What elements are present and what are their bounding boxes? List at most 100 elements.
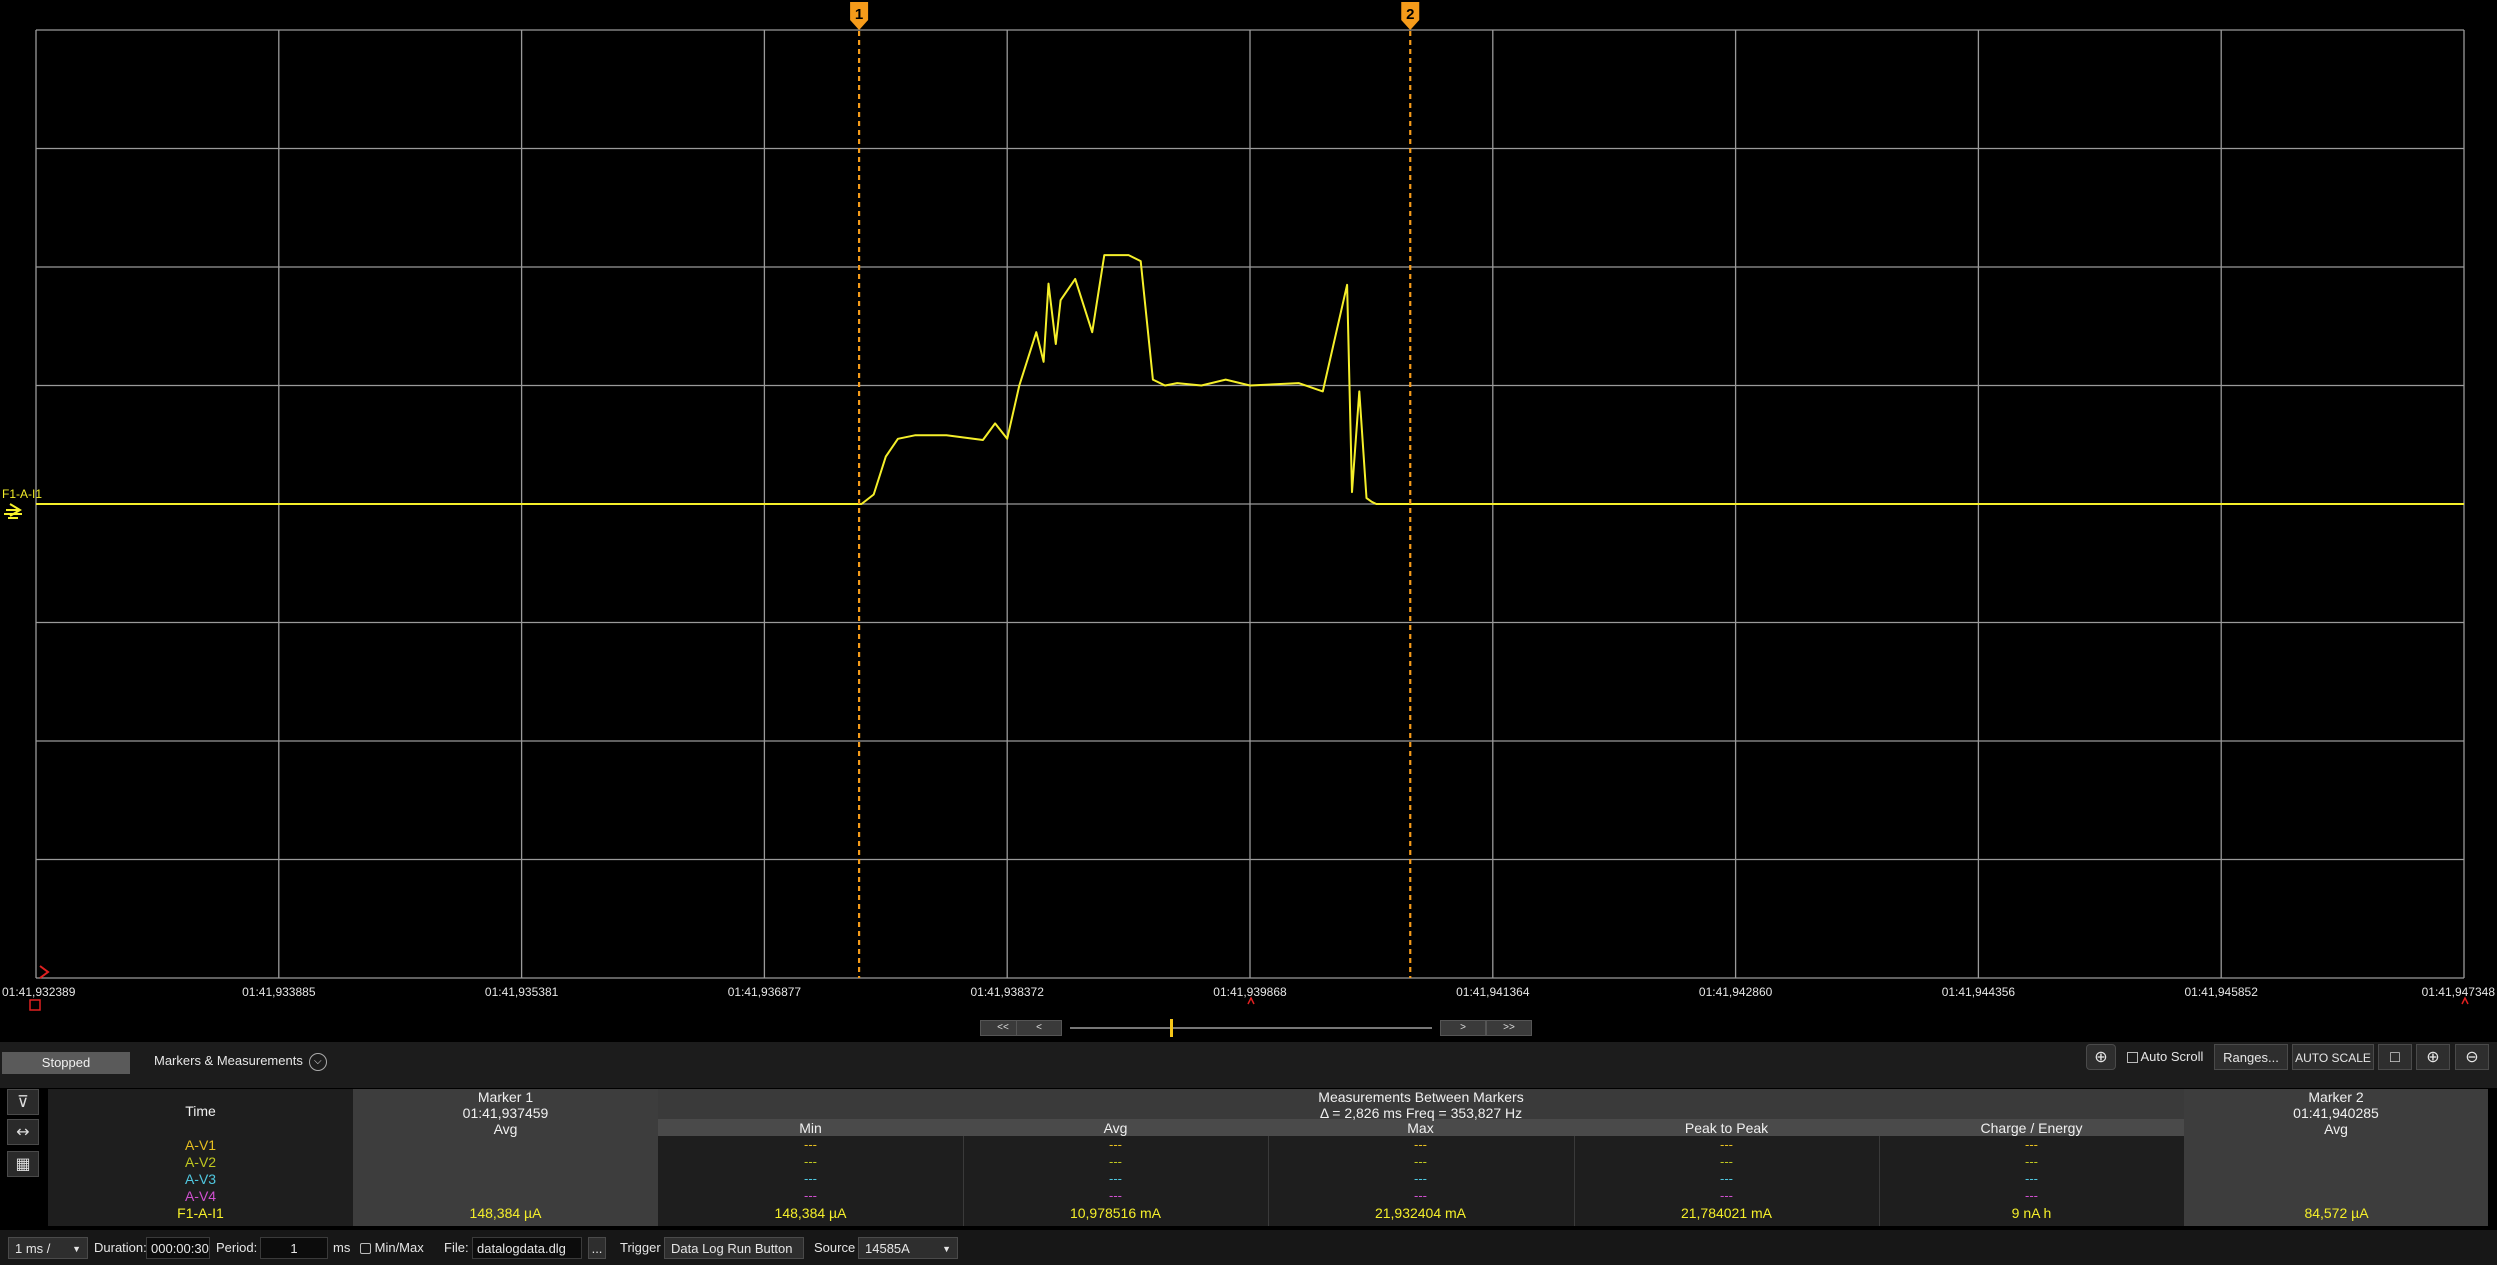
marker2-sub: Avg: [2324, 1121, 2348, 1137]
scroll-prev-button[interactable]: <: [1016, 1020, 1062, 1036]
row-label: A-V2: [184, 1154, 217, 1170]
measure-value: ---: [2025, 1137, 2038, 1152]
file-label: File:: [444, 1240, 469, 1255]
probe-tool-icon[interactable]: ⊽: [7, 1089, 39, 1115]
between-delta: Δ = 2,826 ms Freq = 353,827 Hz: [1319, 1105, 1523, 1121]
waveform-plot[interactable]: 1 2 01:41,932389 01:41,933885 01:41,935381 0…: [0, 0, 2497, 1040]
measure-value: ---: [1414, 1137, 1427, 1152]
between-header: Measurements Between Markers: [1318, 1089, 1524, 1105]
x-tick-label: 01:41,932389: [2, 985, 76, 999]
measure-value: ---: [1720, 1188, 1733, 1203]
measure-value: ---: [1109, 1154, 1122, 1169]
x-tick-label: 01:41,941364: [1456, 985, 1530, 999]
measure-value: ---: [1414, 1154, 1427, 1169]
scroll-track[interactable]: [1070, 1027, 1432, 1029]
ranges-button[interactable]: Ranges...: [2214, 1044, 2288, 1070]
markers-measurements-toggle[interactable]: Markers & Measurements ⌵: [154, 1048, 327, 1074]
row-label: F1-A-I1: [177, 1205, 224, 1221]
x-tick-label: 01:41,936877: [728, 985, 802, 999]
checkbox-icon: [2126, 1052, 2138, 1064]
x-tick-label: 01:41,933885: [242, 985, 316, 999]
source-select[interactable]: 14585A ▼: [858, 1237, 958, 1259]
measure-value: ---: [804, 1171, 817, 1186]
x-tick-label: 01:41,942860: [1699, 985, 1773, 999]
measure-value: ---: [1720, 1137, 1733, 1152]
marker1-value: 148,384 µA: [469, 1205, 542, 1221]
trigger-start-icon: [29, 999, 41, 1011]
marker1-time: 01:41,937459: [462, 1105, 549, 1121]
period-label: Period:: [216, 1240, 258, 1255]
measure-col-header: Min: [799, 1120, 822, 1136]
x-tick-label: 01:41,947348: [2422, 985, 2496, 999]
source-value: 14585A: [865, 1241, 910, 1256]
x-tick-label: 01:41,945852: [2184, 985, 2258, 999]
crosshair-icon[interactable]: ⊕: [2086, 1044, 2116, 1070]
marker2-value: 84,572 µA: [2304, 1205, 2369, 1221]
run-status-badge: Stopped: [2, 1052, 130, 1074]
measure-value: ---: [2025, 1171, 2038, 1186]
layout-grid-icon[interactable]: ▦: [7, 1151, 39, 1177]
measurements-table: Time Marker 1 01:41,937459 Avg Measureme…: [48, 1089, 2488, 1226]
measure-value: ---: [1109, 1188, 1122, 1203]
chevron-down-icon: ⌵: [308, 1052, 327, 1071]
auto-scroll-checkbox[interactable]: Auto Scroll: [2122, 1044, 2208, 1070]
measure-value: 148,384 µA: [774, 1205, 847, 1221]
x-tick-label: 01:41,944356: [1942, 985, 2016, 999]
markers-measurements-label: Markers & Measurements: [154, 1053, 303, 1068]
measure-col-header: Avg: [1103, 1120, 1128, 1136]
measure-value: 21,784021 mA: [1680, 1205, 1773, 1221]
scroll-last-button[interactable]: >>: [1486, 1020, 1532, 1036]
auto-scale-button[interactable]: AUTO SCALE: [2292, 1044, 2374, 1070]
dropdown-arrow-icon: ▼: [788, 1260, 797, 1265]
measure-value: ---: [1720, 1171, 1733, 1186]
zoom-box-icon[interactable]: □: [2378, 1044, 2412, 1070]
scroll-next-button[interactable]: >: [1440, 1020, 1486, 1036]
period-input[interactable]: 1: [260, 1237, 328, 1259]
measure-value: 21,932404 mA: [1374, 1205, 1467, 1221]
x-tick-label: 01:41,935381: [485, 985, 559, 999]
minmax-checkbox[interactable]: Min/Max: [360, 1237, 424, 1259]
trigger-label: Trigger: [620, 1240, 661, 1255]
marker1-sub: Avg: [493, 1121, 518, 1137]
minmax-label: Min/Max: [374, 1240, 424, 1255]
browse-file-button[interactable]: ...: [588, 1237, 606, 1259]
period-unit: ms: [333, 1240, 351, 1255]
marker1-header: Marker 1: [477, 1089, 534, 1105]
trigger-point-icon: [39, 965, 50, 979]
measure-value: ---: [1109, 1171, 1122, 1186]
measure-value: ---: [804, 1154, 817, 1169]
measure-value: ---: [2025, 1154, 2038, 1169]
zoom-in-icon[interactable]: ⊕: [2416, 1044, 2450, 1070]
measure-value: ---: [1414, 1171, 1427, 1186]
marker2-time: 01:41,940285: [2293, 1105, 2379, 1121]
measure-value: ---: [1109, 1137, 1122, 1152]
dropdown-arrow-icon: ▼: [72, 1244, 81, 1254]
marker-span-icon[interactable]: ↔: [7, 1119, 39, 1145]
zoom-out-icon[interactable]: ⊖: [2455, 1044, 2489, 1070]
x-tick-label: 01:41,938372: [970, 985, 1044, 999]
file-input[interactable]: datalogdata.dlg: [472, 1237, 582, 1259]
row-label: A-V4: [184, 1188, 217, 1204]
x-tick-label: 01:41,939868: [1213, 985, 1287, 999]
marker-1-label: 1: [855, 6, 863, 23]
measure-value: 10,978516 mA: [1069, 1205, 1162, 1221]
measure-col-header: Max: [1407, 1120, 1434, 1136]
dropdown-arrow-icon: ▼: [942, 1244, 951, 1254]
checkbox-icon: [360, 1243, 371, 1255]
channel-ground-icon: [4, 503, 22, 519]
trigger-value: Data Log Run Button: [671, 1241, 793, 1256]
source-label: Source: [814, 1240, 856, 1255]
row-label: A-V1: [184, 1137, 217, 1153]
timebase-select[interactable]: 1 ms / ▼: [8, 1237, 88, 1259]
measure-col-header: Peak to Peak: [1684, 1120, 1769, 1136]
duration-input[interactable]: 000:00:30: [146, 1237, 210, 1259]
measure-value: ---: [804, 1137, 817, 1152]
duration-label: Duration:: [94, 1240, 147, 1255]
marker2-header: Marker 2: [2308, 1089, 2364, 1105]
measure-value: 9 nA h: [2011, 1205, 2052, 1221]
trigger-select[interactable]: Data Log Run Button ▼: [664, 1237, 804, 1259]
scroll-thumb[interactable]: [1170, 1019, 1173, 1037]
channel-tag-label: F1-A-I1: [2, 487, 42, 501]
marker-2-label: 2: [1406, 6, 1414, 23]
measure-col-header: Charge / Energy: [1980, 1120, 2083, 1136]
